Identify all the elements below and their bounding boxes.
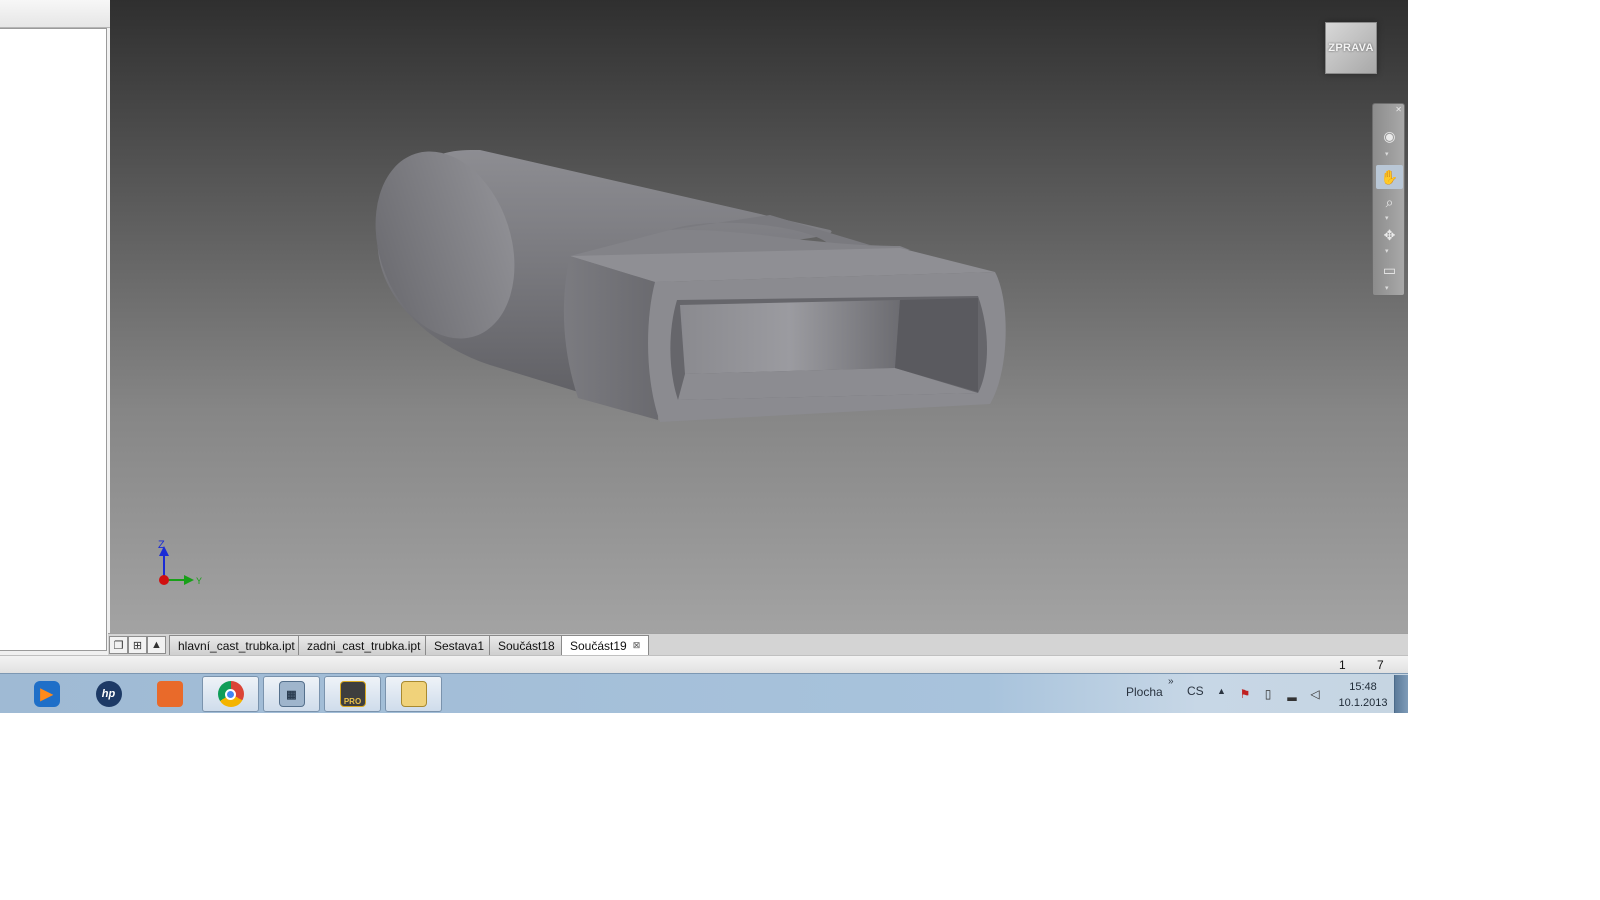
view-face-icon[interactable]: ▭ [1376, 258, 1403, 282]
hp-icon: hp [95, 681, 122, 707]
chevron-right-icon[interactable]: » [1168, 676, 1174, 687]
paint-icon [156, 681, 183, 707]
navigation-bar: ✕ ◉ ▾ ✋ ⌕ ▾ ✥ ▾ ▭ ▾ [1372, 103, 1405, 296]
chevron-down-icon[interactable]: ▾ [1385, 214, 1389, 222]
language-indicator[interactable]: CS [1187, 684, 1204, 698]
calculator-icon: ▦ [278, 681, 305, 707]
show-desktop-button[interactable] [1394, 675, 1408, 713]
open-documents-menu-icon[interactable]: ▲ [147, 636, 166, 654]
cascade-windows-icon[interactable]: ❐ [109, 636, 128, 654]
tab-zadni-cast-trubka[interactable]: zadni_cast_trubka.ipt [298, 635, 430, 655]
view-cube-label: ZPRAVA [1328, 42, 1374, 54]
view-cube[interactable]: ZPRAVA [1325, 22, 1377, 74]
model-browser-panel [0, 0, 110, 656]
taskbar: ▶ hp ▦ PRO Plocha » CS ▲ ⚑ ▯ ▂ ◁ 15:48 1… [0, 673, 1408, 713]
inventor-pro-icon: PRO [339, 681, 366, 707]
close-icon[interactable]: ⊠ [633, 640, 641, 651]
tab-sestava1[interactable]: Sestava1 [425, 635, 494, 655]
status-count-2: 7 [1377, 658, 1384, 672]
zoom-icon[interactable]: ⌕ [1376, 190, 1403, 214]
pan-hand-icon[interactable]: ✋ [1376, 165, 1403, 189]
taskbar-media-player-button[interactable]: ▶ [18, 676, 75, 712]
media-player-icon: ▶ [33, 681, 60, 707]
taskbar-chrome-button[interactable] [202, 676, 259, 712]
axis-y-label: Y [196, 576, 202, 586]
tab-soucast19[interactable]: Součást19 ⊠ [561, 635, 650, 655]
3d-model[interactable] [110, 0, 1408, 633]
desktop-toolbar-label[interactable]: Plocha [1126, 685, 1163, 699]
status-bar: 1 7 [0, 655, 1408, 673]
screen: ZPRAVA ✕ ◉ ▾ ✋ ⌕ ▾ ✥ ▾ ▭ ▾ Z Y ❐ ⊞ ▲ hla… [0, 0, 1600, 900]
power-icon[interactable]: ▯ [1260, 686, 1276, 702]
chrome-icon [217, 681, 244, 707]
chevron-down-icon[interactable]: ▾ [1385, 150, 1389, 158]
axis-z-label: Z [158, 539, 165, 551]
nav-bar-close-icon[interactable]: ✕ [1395, 105, 1402, 114]
taskbar-folder-button[interactable] [0, 676, 13, 712]
taskbar-email-button[interactable] [385, 676, 442, 712]
inventor-badge: PRO [343, 697, 362, 706]
taskbar-hp-button[interactable]: hp [80, 676, 137, 712]
tab-label: hlavní_cast_trubka.ipt [178, 638, 295, 653]
clock-date: 10.1.2013 [1338, 697, 1388, 709]
email-icon [400, 681, 427, 707]
tab-soucast18[interactable]: Součást18 [489, 635, 564, 655]
tab-label: zadni_cast_trubka.ipt [307, 638, 421, 653]
orbit-icon[interactable]: ✥ [1376, 223, 1403, 247]
steering-wheel-icon[interactable]: ◉ [1376, 124, 1403, 148]
action-center-icon[interactable]: ⚑ [1237, 686, 1253, 702]
clock-time: 15:48 [1349, 681, 1377, 693]
tab-label: Sestava1 [434, 638, 485, 653]
model-browser-tree[interactable] [0, 28, 107, 651]
tab-label: Součást18 [498, 638, 555, 653]
taskbar-paint-button[interactable] [141, 676, 198, 712]
graphics-window[interactable]: ZPRAVA ✕ ◉ ▾ ✋ ⌕ ▾ ✥ ▾ ▭ ▾ Z Y [110, 0, 1408, 633]
volume-icon[interactable]: ◁ [1307, 686, 1323, 702]
browser-header [0, 0, 110, 28]
tab-hlavni-cast-trubka[interactable]: hlavní_cast_trubka.ipt [169, 635, 304, 655]
chevron-down-icon[interactable]: ▾ [1385, 247, 1389, 255]
network-signal-icon[interactable]: ▂ [1284, 686, 1300, 702]
system-clock[interactable]: 15:48 10.1.2013 [1334, 679, 1392, 711]
status-count-1: 1 [1339, 658, 1346, 672]
taskbar-calculator-button[interactable]: ▦ [263, 676, 320, 712]
taskbar-inventor-button[interactable]: PRO [324, 676, 381, 712]
show-hidden-icons-icon[interactable]: ▲ [1217, 686, 1226, 696]
tab-label: Součást19 [570, 638, 627, 653]
axis-triad: Z Y [150, 538, 210, 590]
customize-icon[interactable]: ▾ [1385, 284, 1389, 292]
document-tab-bar: ❐ ⊞ ▲ hlavní_cast_trubka.ipt zadni_cast_… [108, 633, 1408, 655]
tile-windows-icon[interactable]: ⊞ [128, 636, 147, 654]
